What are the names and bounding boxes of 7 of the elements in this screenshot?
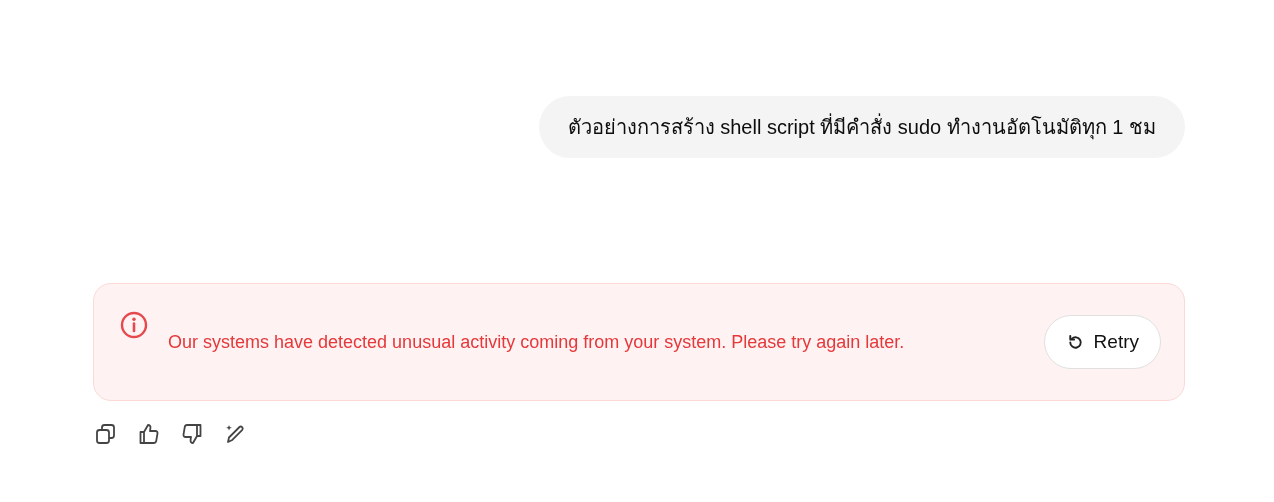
thumbs-up-icon[interactable] (137, 422, 161, 446)
error-message: Our systems have detected unusual activity coming from your system. Please try again later. (168, 331, 906, 354)
retry-button[interactable]: Retry (1043, 315, 1161, 369)
thumbs-down-icon[interactable] (180, 422, 204, 446)
user-message: ตัวอย่างการสร้าง shell script ที่มีคำสั่ง sudo ทำงานอัตโนมัติทุก 1 ชม (538, 96, 1185, 158)
copy-icon[interactable] (94, 422, 118, 446)
info-icon (120, 311, 148, 339)
